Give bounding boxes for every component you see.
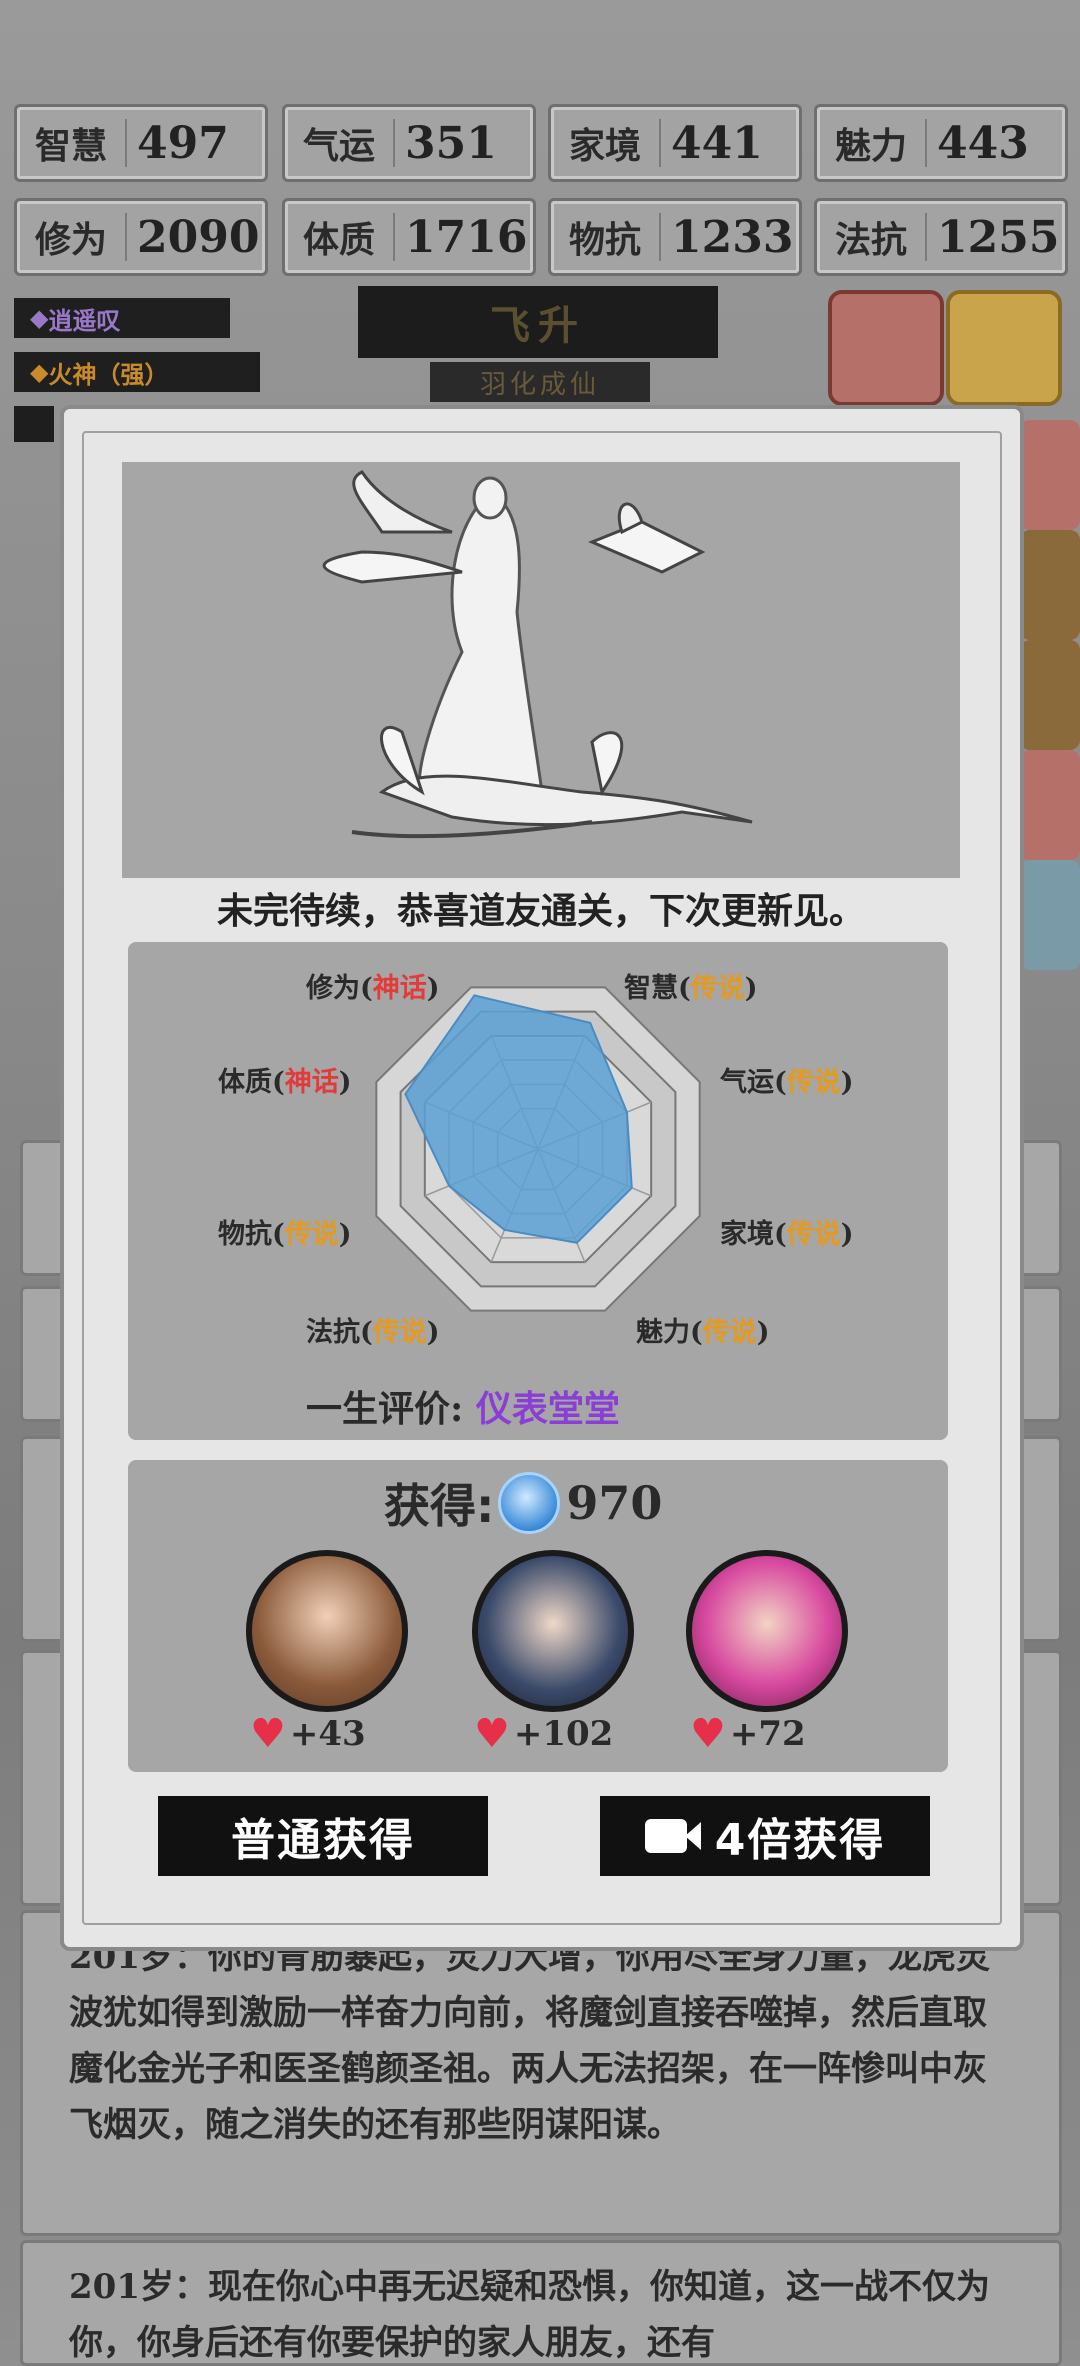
stat-label: 法抗 [835,220,908,261]
companion-avatar-2[interactable] [472,1550,634,1712]
stat-value: 441 [671,117,763,169]
equip-slot[interactable] [1020,420,1080,530]
stat-label: 家境 [569,126,642,167]
equip-slot[interactable] [1020,860,1080,970]
video-camera-icon [644,1819,701,1853]
stat-value: 351 [405,117,497,169]
gain-label: 获得: [384,1479,495,1533]
radar-label-luck: 气运(传说) [720,1067,854,1098]
stat-label: 修为 [35,220,108,261]
log-entry: 201岁：你的青筋暴起，灵力大增，你用尽全身力量，龙虎灵波犹如得到激励一样奋力向… [20,1910,1062,2236]
rating-value: 仪表堂堂 [475,1388,620,1430]
stat-phys-resist: 物抗 1233 [548,198,802,276]
mirror-icon[interactable] [828,290,944,406]
stat-physique: 体质 1716 [282,198,536,276]
heart-icon: ♥ [474,1710,510,1757]
stat-family: 家境 441 [548,104,802,182]
stat-label: 物抗 [569,220,642,261]
gain-amount: 970 [566,1476,663,1530]
radar-label-family: 家境(传说) [720,1219,854,1250]
tag-stub [14,406,54,442]
stat-label: 魅力 [835,126,908,167]
talent-tag-label: 火神（强） [48,360,169,389]
radar-label-charm: 魅力(传说) [636,1317,770,1348]
equip-slot[interactable] [1020,530,1080,640]
stat-value: 1255 [937,211,1060,263]
reward-gain: 获得: 970 [384,1470,662,1536]
radar-label-wisdom: 智慧(传说) [624,973,758,1004]
radar-label-phys-resist: 物抗(传说) [218,1219,352,1250]
stat-value: 1233 [671,211,794,263]
talent-tag-label: 逍遥叹 [48,306,121,335]
companion-favor-3: ♥ +72 [690,1710,806,1757]
attribute-radar-panel [128,942,948,1440]
log-text: 201岁：你的青筋暴起，灵力大增，你用尽全身力量，龙虎灵波犹如得到激励一样奋力向… [69,1937,990,2145]
log-entry: 201岁：现在你心中再无迟疑和恐惧，你知道，这一战不仅为你，你身后还有你要保护的… [20,2240,1062,2366]
talent-tag[interactable]: ◆ 逍遥叹 [14,298,230,338]
heart-icon: ♥ [250,1710,286,1757]
life-rating: 一生评价: 仪表堂堂 [306,1380,620,1432]
equip-slot[interactable] [1020,750,1080,860]
radar-label-physique: 体质(神话) [218,1067,352,1098]
radar-label-magic-resist: 法抗(传说) [306,1317,440,1348]
radar-chart [375,986,701,1312]
radar-label-cultivation: 修为(神话) [306,973,440,1004]
stat-label: 体质 [303,220,376,261]
stat-cultivation: 修为 2090 [14,198,268,276]
stat-label: 气运 [303,126,376,167]
companion-favor-1: ♥ +43 [250,1710,366,1757]
stat-magic-resist: 法抗 1255 [814,198,1068,276]
companion-favor-2: ♥ +102 [474,1710,614,1757]
stat-value: 497 [137,117,229,169]
stat-value: 443 [937,117,1029,169]
ending-caption: 未完待续，恭喜道友通关，下次更新见。 [216,890,865,932]
normal-claim-button[interactable]: 普通获得 [158,1796,488,1876]
stat-value: 2090 [137,211,260,263]
key-icon[interactable] [946,290,1062,406]
stat-label: 智慧 [35,126,108,167]
stage-banner: 飞升 [358,286,718,358]
spirit-stone-icon [498,1472,561,1534]
stat-wisdom: 智慧 497 [14,104,268,182]
immortal-crane-illustration [122,462,960,878]
rating-label: 一生评价: [306,1388,464,1430]
companion-avatar-3[interactable] [686,1550,848,1712]
stat-luck: 气运 351 [282,104,536,182]
log-text: 201岁：现在你心中再无迟疑和恐惧，你知道，这一战不仅为你，你身后还有你要保护的… [69,2267,990,2363]
companion-avatar-1[interactable] [246,1550,408,1712]
heart-icon: ♥ [690,1710,726,1757]
video-claim-button[interactable]: 4倍获得 [600,1796,930,1876]
stat-value: 1716 [405,211,528,263]
stat-charm: 魅力 443 [814,104,1068,182]
stage-subtitle: 羽化成仙 [430,362,650,402]
video-claim-label: 4倍获得 [714,1815,886,1866]
talent-tag[interactable]: ◆ 火神（强） [14,352,260,392]
normal-claim-label: 普通获得 [231,1815,415,1866]
equip-slot[interactable] [1020,640,1080,750]
